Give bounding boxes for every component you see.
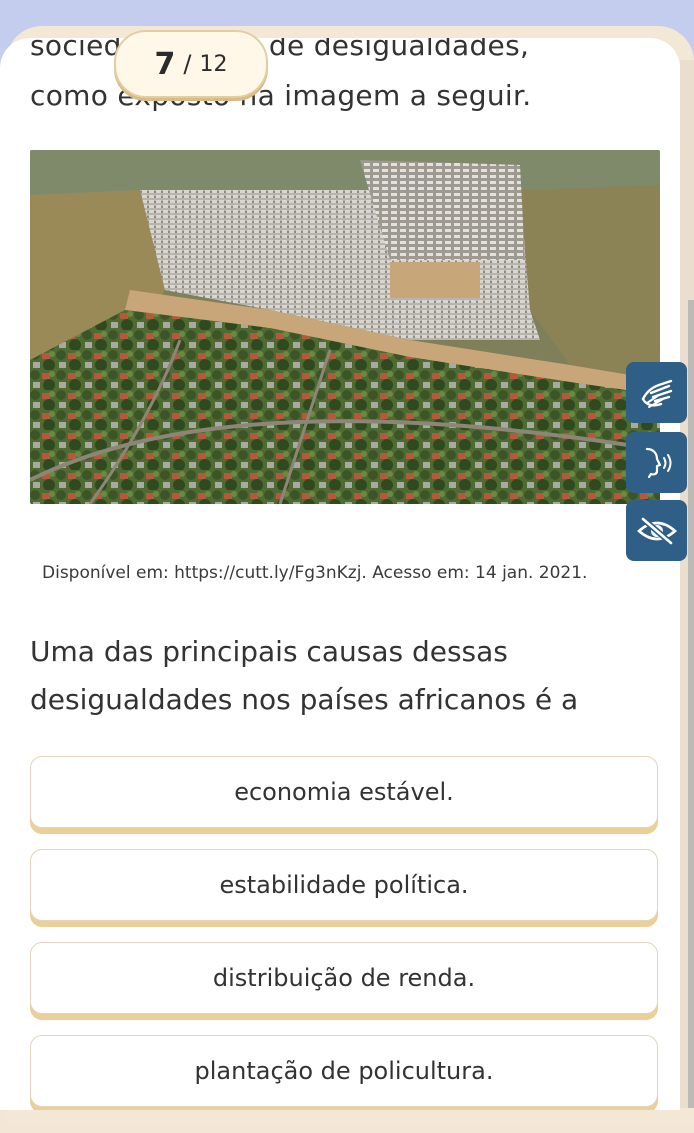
answer-option-label: economia estável. [234, 778, 454, 806]
hide-content-button[interactable] [626, 500, 687, 561]
question-text: Uma das principais causas dessas desigua… [30, 635, 579, 716]
intro-line-2: como exposto na imagem a seguir. [30, 79, 532, 112]
eye-off-icon [636, 516, 677, 545]
answer-option-d[interactable]: plantação de policultura. [30, 1035, 658, 1107]
answer-option-c[interactable]: distribuição de renda. [30, 942, 658, 1014]
sign-language-icon [641, 379, 672, 408]
counter-separator: / [183, 50, 192, 78]
answer-option-label: plantação de policultura. [194, 1057, 494, 1085]
aerial-photo [30, 150, 660, 504]
counter-current: 7 [154, 46, 176, 82]
sign-language-button[interactable] [626, 362, 687, 423]
audio-reader-button[interactable] [626, 432, 687, 493]
question-card: socied alto grau de desigualdades, como … [0, 38, 680, 1110]
answer-option-label: estabilidade política. [219, 871, 469, 899]
image-caption: Disponível em: https://cutt.ly/Fg3nKzj. … [42, 563, 588, 583]
answer-option-b[interactable]: estabilidade política. [30, 849, 658, 921]
speech-audio-icon [645, 447, 671, 478]
scrollbar-track[interactable] [688, 300, 694, 1108]
answer-option-a[interactable]: economia estável. [30, 756, 658, 828]
answer-option-label: distribuição de renda. [212, 964, 476, 992]
intro-line-1: socied alto grau de desigualdades, [30, 38, 530, 62]
question-counter: 7 / 12 [114, 30, 268, 98]
counter-total: 12 [199, 51, 228, 77]
